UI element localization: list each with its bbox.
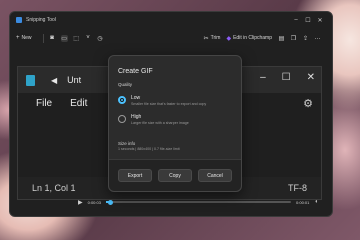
- new-label: New: [21, 35, 32, 41]
- video-camera-icon[interactable]: ▭: [60, 34, 68, 42]
- plus-icon: +: [16, 35, 20, 41]
- notepad-icon: [26, 74, 35, 86]
- size-info-label: Size info: [118, 141, 136, 146]
- copy-icon[interactable]: ❐: [290, 35, 297, 42]
- end-time: 0:00:01: [296, 199, 310, 205]
- quality-label: Quality: [118, 82, 133, 87]
- notepad-window-controls: – ☐ ✕: [260, 72, 315, 83]
- snip-mode-icon[interactable]: ⬚: [73, 35, 80, 42]
- encoding: TF-8: [288, 183, 307, 193]
- caret-left-icon: ◀: [51, 75, 58, 85]
- current-time: 0:00:03: [87, 199, 101, 205]
- cancel-button[interactable]: Cancel: [198, 169, 232, 182]
- play-icon[interactable]: ▶: [78, 199, 83, 206]
- high-quality-label: High: [131, 114, 142, 120]
- low-quality-radio[interactable]: [118, 96, 126, 104]
- window-title: Snipping Tool: [26, 17, 56, 23]
- edit-in-clipchamp-button[interactable]: ◆ Edit in Clipchamp: [226, 35, 272, 42]
- size-info-value: 1 seconds | 880x400 | 0.7 file-size limi…: [118, 147, 180, 151]
- gear-icon: ⚙: [303, 98, 313, 110]
- cursor-position: Ln 1, Col 1: [32, 183, 76, 193]
- clipchamp-label: Edit in Clipchamp: [233, 35, 272, 41]
- notepad-close-icon: ✕: [306, 72, 315, 83]
- share-icon[interactable]: ⇪: [302, 35, 309, 42]
- new-button[interactable]: + New: [16, 35, 32, 41]
- notepad-maximize-icon: ☐: [281, 72, 291, 83]
- low-quality-label: Low: [131, 95, 141, 101]
- video-player-bar: ▶ 0:00:03 0:00:01 ◖: [56, 195, 318, 209]
- seek-slider[interactable]: [105, 199, 292, 205]
- save-icon[interactable]: ▤: [278, 35, 285, 42]
- camera-icon[interactable]: ◙: [49, 35, 56, 42]
- timer-icon[interactable]: ◷: [97, 35, 104, 42]
- title-bar: Snipping Tool – ☐ ✕: [10, 12, 332, 28]
- high-quality-radio[interactable]: [118, 115, 126, 123]
- notepad-menu-edit: Edit: [70, 97, 88, 109]
- more-icon[interactable]: …: [314, 35, 321, 42]
- chevron-down-icon[interactable]: ˅: [85, 35, 92, 42]
- notepad-menu-file: File: [36, 97, 53, 109]
- dialog-title: Create GIF: [118, 68, 153, 75]
- high-quality-description: Larger file size with a sharper image: [131, 121, 189, 125]
- export-button[interactable]: Export: [118, 169, 152, 182]
- toolbar: + New ◙ ▭ ⬚ ˅ ◷ ✂ Trim ◆ Edit in Clipcha…: [10, 28, 332, 48]
- trim-button[interactable]: ✂ Trim: [204, 35, 221, 42]
- seek-handle[interactable]: [107, 199, 113, 205]
- maximize-icon[interactable]: ☐: [302, 17, 314, 24]
- close-icon[interactable]: ✕: [314, 17, 326, 24]
- low-quality-description: Smaller file size that's faster to expor…: [131, 102, 207, 106]
- trim-label: Trim: [210, 35, 221, 41]
- notepad-minimize-icon: –: [260, 72, 266, 83]
- notepad-tab-title: Unt: [67, 75, 82, 85]
- dialog-footer: Export Copy Cancel: [109, 159, 241, 191]
- clipchamp-icon: ◆: [226, 35, 232, 42]
- scissors-icon: ✂: [203, 35, 209, 42]
- create-gif-dialog: Create GIF Quality Low Smaller file size…: [108, 55, 242, 192]
- volume-icon[interactable]: ◖: [314, 199, 318, 205]
- snipping-tool-icon: [16, 17, 22, 23]
- minimize-icon[interactable]: –: [290, 17, 302, 23]
- copy-button[interactable]: Copy: [158, 169, 192, 182]
- separator: [42, 33, 44, 43]
